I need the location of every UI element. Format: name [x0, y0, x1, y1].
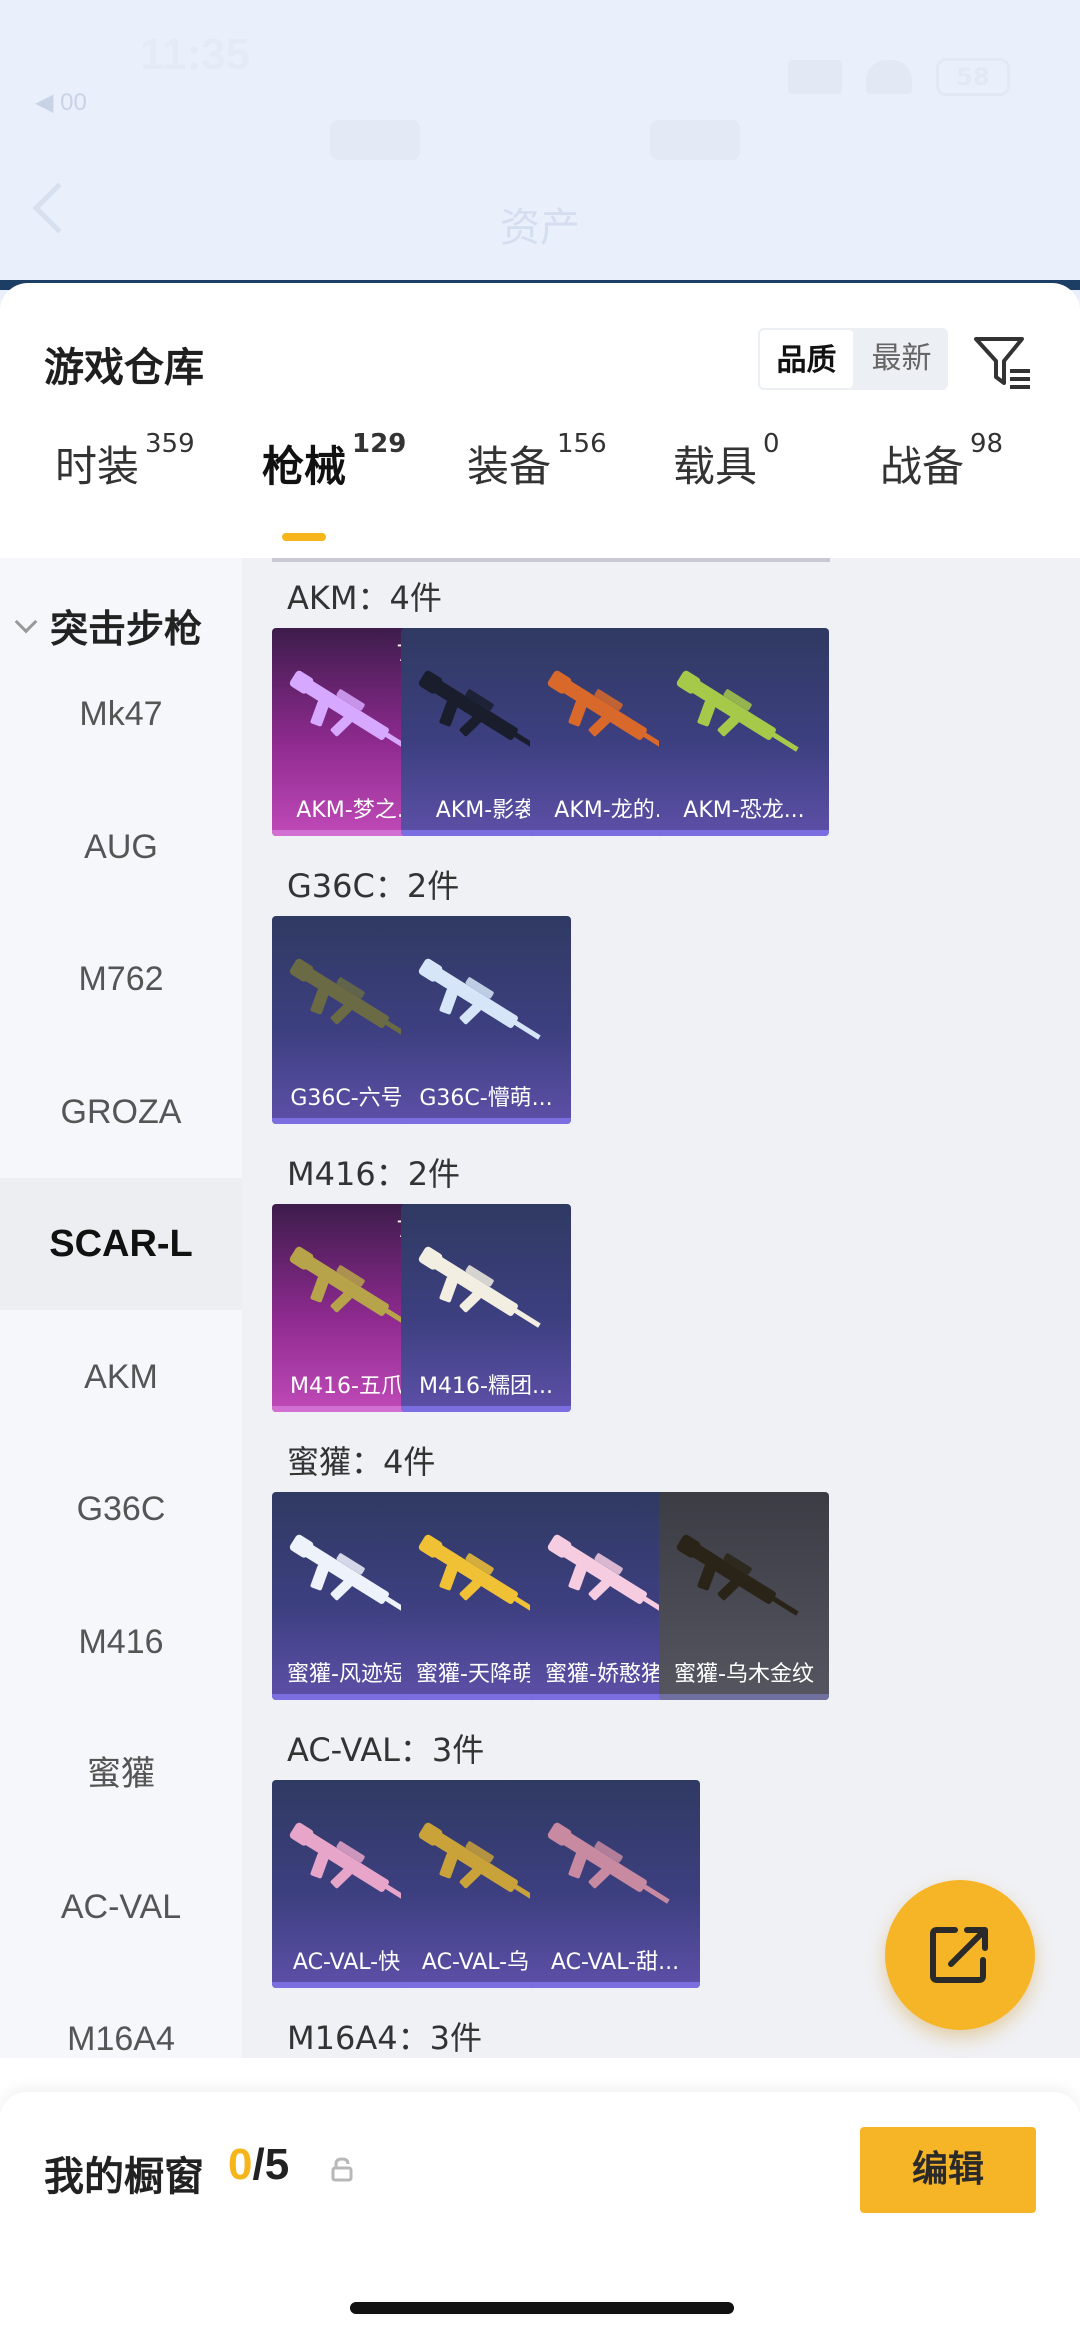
share-button[interactable]	[885, 1880, 1035, 2030]
group-title: M416：2件	[287, 1155, 461, 1193]
sidebar-item[interactable]: M762	[0, 913, 242, 1045]
tab-count: 98	[970, 429, 1004, 459]
weapon-name: AC-VAL-甜...	[550, 1950, 680, 1975]
rarity-bar	[659, 1694, 829, 1700]
sort-latest-button[interactable]: 最新	[855, 328, 948, 390]
showcase-count: 0/5	[228, 2140, 289, 2190]
weapon-name: M416-糯团...	[419, 1374, 553, 1399]
tab-count: 0	[763, 429, 780, 459]
status-icons: 58	[788, 58, 1010, 96]
header-chip	[650, 120, 740, 160]
showcase-count-total: /5	[252, 2140, 290, 2189]
tab-label: 装备	[467, 442, 552, 491]
weapon-image	[418, 1246, 541, 1328]
weapon-name: AKM-恐龙...	[683, 798, 805, 823]
sidebar-heading[interactable]: 突击步枪	[14, 598, 203, 653]
sidebar-item[interactable]: G36C	[0, 1443, 242, 1575]
weapon-card[interactable]: M416-糯团...	[401, 1204, 571, 1412]
home-indicator	[350, 2302, 734, 2314]
chevron-down-icon	[14, 610, 38, 633]
wifi-icon	[866, 60, 912, 94]
tab-label: 时装	[55, 442, 140, 491]
edit-button[interactable]: 编辑	[860, 2127, 1036, 2213]
game-warehouse-sheet: 游戏仓库 品质 最新 时装 359 枪械 129 装备 156 载具 0 战备 98 突击…	[0, 283, 1080, 2341]
tab-count: 129	[352, 429, 407, 459]
weapon-image	[676, 1534, 799, 1616]
filter-icon[interactable]	[970, 329, 1034, 393]
rarity-bar	[401, 1118, 571, 1124]
showcase-count-current: 0	[228, 2140, 253, 2189]
weapon-grid: AKM：4件7级AKM-梦之...AKM-影袭AKM-龙的...AKM-恐龙..…	[242, 558, 1080, 2058]
lock-icon	[331, 2157, 353, 2182]
battery-icon: 58	[936, 58, 1010, 96]
sort-toggle: 品质 最新	[758, 328, 948, 390]
weapon-name: 蜜獾-乌木金纹	[674, 1662, 814, 1687]
showcase-title: 我的橱窗	[44, 2154, 204, 2200]
group-title: 蜜獾：4件	[287, 1443, 436, 1481]
tab-count: 156	[557, 429, 607, 459]
background-header: 11:35 ◀ 00 58 资产	[0, 0, 1080, 300]
weapon-card[interactable]: G36C-懵萌...	[401, 916, 571, 1124]
group-title: AKM：4件	[287, 579, 442, 617]
rarity-bar	[659, 830, 829, 836]
group-title: M16A4：3件	[287, 2019, 482, 2057]
signal-icon	[788, 60, 842, 94]
sidebar-heading-label: 突击步枪	[50, 607, 203, 651]
weapon-card[interactable]: AKM-恐龙...	[659, 628, 829, 836]
sidebar-item[interactable]: GROZA	[0, 1046, 242, 1178]
weapon-image	[418, 958, 541, 1040]
share-icon	[930, 1927, 988, 1983]
status-time: 11:35	[140, 30, 251, 79]
group-title: AC-VAL：3件	[287, 1731, 485, 1769]
weapon-image	[676, 670, 799, 752]
sidebar-item[interactable]: SCAR-L	[0, 1178, 242, 1310]
tab-label: 战备	[880, 442, 965, 491]
sidebar-item[interactable]: 蜜獾	[0, 1708, 242, 1840]
active-tab-indicator	[282, 533, 326, 541]
weapon-type-sidebar: 突击步枪 Mk47 AUG M762 GROZA SCAR-L AKM G36C M416 蜜獾…	[0, 558, 242, 2058]
sidebar-item[interactable]: M16A4	[0, 1973, 242, 2105]
tab-equipment[interactable]: 装备 156	[467, 429, 607, 494]
rarity-bar	[530, 1982, 700, 1988]
sheet-title: 游戏仓库	[44, 345, 204, 391]
weapon-image	[547, 1822, 670, 1904]
sidebar-item[interactable]: AKM	[0, 1311, 242, 1443]
category-tabs: 时装 359 枪械 129 装备 156 载具 0 战备 98	[0, 429, 1080, 523]
tab-fashion[interactable]: 时装 359	[55, 429, 195, 494]
showcase-bar: 我的橱窗 0/5 编辑	[0, 2092, 1080, 2341]
weapon-name: G36C-懵萌...	[419, 1086, 553, 1111]
card-edge	[662, 558, 830, 562]
tab-vehicles[interactable]: 载具 0	[673, 429, 780, 494]
rarity-bar	[401, 1406, 571, 1412]
sort-quality-button[interactable]: 品质	[758, 328, 855, 390]
weapon-card[interactable]: AC-VAL-甜...	[530, 1780, 700, 1988]
sidebar-item[interactable]: AUG	[0, 781, 242, 913]
group-title: G36C：2件	[287, 867, 460, 905]
weapon-card[interactable]: 蜜獾-乌木金纹	[659, 1492, 829, 1700]
status-sub: ◀ 00	[35, 89, 87, 116]
tab-count: 359	[145, 429, 195, 459]
sidebar-item[interactable]: Mk47	[0, 648, 242, 780]
sidebar-item[interactable]: M416	[0, 1576, 242, 1708]
header-chip	[330, 120, 420, 160]
tab-label: 载具	[673, 442, 758, 491]
page-title: 资产	[500, 205, 580, 251]
tab-supplies[interactable]: 战备 98	[880, 429, 1003, 494]
sidebar-item[interactable]: AC-VAL	[0, 1841, 242, 1973]
tab-label: 枪械	[262, 442, 347, 491]
tab-guns[interactable]: 枪械 129	[262, 429, 406, 494]
